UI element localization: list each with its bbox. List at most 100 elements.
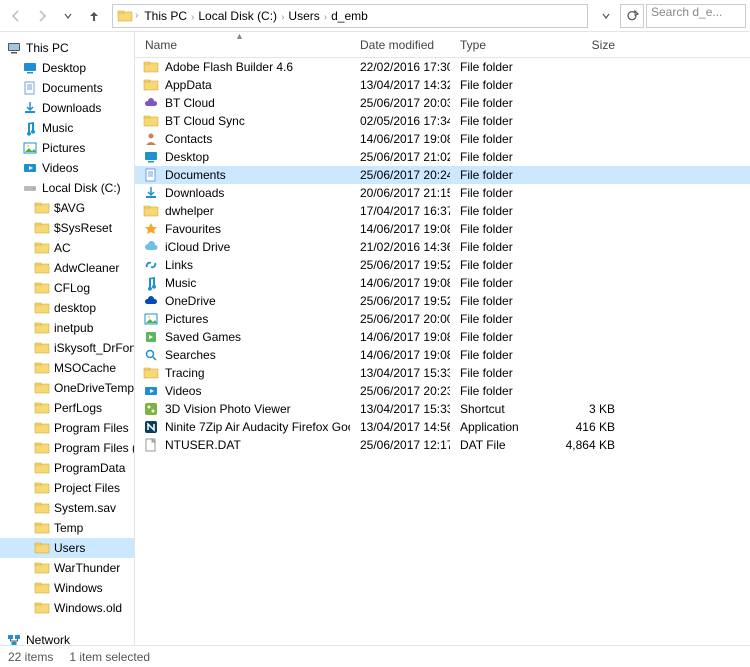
- column-date[interactable]: Date modified: [350, 38, 450, 52]
- tree-item[interactable]: Users: [0, 538, 134, 558]
- file-row[interactable]: Searches14/06/2017 19:08File folder: [135, 346, 750, 364]
- back-button[interactable]: [4, 4, 28, 28]
- tree-item-label: ProgramData: [54, 461, 125, 475]
- file-row[interactable]: Favourites14/06/2017 19:08File folder: [135, 220, 750, 238]
- breadcrumb-segment[interactable]: Users: [284, 9, 323, 23]
- tree-item-label: AC: [54, 241, 71, 255]
- breadcrumb-segment[interactable]: Local Disk (C:): [194, 9, 281, 23]
- tree-item[interactable]: $SysReset: [0, 218, 134, 238]
- tree-item[interactable]: Temp: [0, 518, 134, 538]
- file-row[interactable]: AppData13/04/2017 14:32File folder: [135, 76, 750, 94]
- tree-item[interactable]: Music: [0, 118, 134, 138]
- file-date: 14/06/2017 19:08: [350, 348, 450, 362]
- file-row[interactable]: Adobe Flash Builder 4.622/02/2016 17:30F…: [135, 58, 750, 76]
- file-row[interactable]: dwhelper17/04/2017 16:37File folder: [135, 202, 750, 220]
- tree-item[interactable]: OneDriveTemp: [0, 378, 134, 398]
- tree-item-label: Program Files: [54, 421, 129, 435]
- file-type: File folder: [450, 78, 555, 92]
- up-button[interactable]: [82, 4, 106, 28]
- tree-item[interactable]: inetpub: [0, 318, 134, 338]
- file-row[interactable]: Tracing13/04/2017 15:33File folder: [135, 364, 750, 382]
- tree-item[interactable]: Windows: [0, 578, 134, 598]
- file-row[interactable]: Saved Games14/06/2017 19:08File folder: [135, 328, 750, 346]
- tree-item[interactable]: Downloads: [0, 98, 134, 118]
- column-type[interactable]: Type: [450, 38, 555, 52]
- tree-item[interactable]: iSkysoft_DrFon: [0, 338, 134, 358]
- file-row[interactable]: Pictures25/06/2017 20:00File folder: [135, 310, 750, 328]
- breadcrumb[interactable]: › This PC›Local Disk (C:)›Users›d_emb: [112, 4, 588, 28]
- refresh-button[interactable]: [620, 4, 644, 28]
- tree-item[interactable]: PerfLogs: [0, 398, 134, 418]
- tree-item[interactable]: This PC: [0, 38, 134, 58]
- file-row[interactable]: 3D Vision Photo Viewer13/04/2017 15:33Sh…: [135, 400, 750, 418]
- sidebar[interactable]: This PCDesktopDocuments Downloads MusicPic…: [0, 32, 135, 645]
- file-type: File folder: [450, 132, 555, 146]
- file-row[interactable]: OneDrive25/06/2017 19:52File folder: [135, 292, 750, 310]
- file-row[interactable]: Desktop25/06/2017 21:02File folder: [135, 148, 750, 166]
- tree-item[interactable]: desktop: [0, 298, 134, 318]
- tree-item[interactable]: Program Files (: [0, 438, 134, 458]
- file-row[interactable]: iCloud Drive21/02/2016 14:36File folder: [135, 238, 750, 256]
- file-size: 3 KB: [555, 402, 625, 416]
- tree-item[interactable]: ProgramData: [0, 458, 134, 478]
- links-icon: [143, 257, 159, 273]
- file-list[interactable]: Adobe Flash Builder 4.622/02/2016 17:30F…: [135, 58, 750, 645]
- tree-item[interactable]: WarThunder: [0, 558, 134, 578]
- file-row[interactable]: Links25/06/2017 19:52File folder: [135, 256, 750, 274]
- tree-item[interactable]: Desktop: [0, 58, 134, 78]
- tree-item[interactable]: Network: [0, 630, 134, 645]
- recent-dropdown[interactable]: [56, 4, 80, 28]
- tree-item-label: inetpub: [54, 321, 93, 335]
- ninite-icon: [143, 419, 159, 435]
- breadcrumb-dropdown[interactable]: [594, 4, 618, 28]
- main: This PCDesktopDocumentsDownloadsMusicPic…: [0, 32, 750, 645]
- file-date: 17/04/2017 16:37: [350, 204, 450, 218]
- tree-item-label: Downloads: [42, 101, 101, 115]
- tree-item[interactable]: Project Files: [0, 478, 134, 498]
- forward-button[interactable]: [30, 4, 54, 28]
- folder-icon: [143, 203, 159, 219]
- file-row[interactable]: Downloads20/06/2017 21:15File folder: [135, 184, 750, 202]
- downloads-icon: [143, 185, 159, 201]
- tree-item[interactable]: AC: [0, 238, 134, 258]
- breadcrumb-segment[interactable]: d_emb: [327, 9, 372, 23]
- column-size[interactable]: Size: [555, 38, 625, 52]
- search-input[interactable]: Search d_e...: [646, 4, 746, 28]
- folder-icon: [143, 77, 159, 93]
- file-name: Videos: [165, 384, 201, 398]
- file-date: 21/02/2016 14:36: [350, 240, 450, 254]
- tree-item[interactable]: Documents: [0, 78, 134, 98]
- file-date: 25/06/2017 21:02: [350, 150, 450, 164]
- file-row[interactable]: Ninite 7Zip Air Audacity Firefox Google …: [135, 418, 750, 436]
- file-row[interactable]: Videos25/06/2017 20:23File folder: [135, 382, 750, 400]
- tree-item[interactable]: AdwCleaner: [0, 258, 134, 278]
- file-date: 25/06/2017 20:24: [350, 168, 450, 182]
- file-row[interactable]: Contacts14/06/2017 19:08File folder: [135, 130, 750, 148]
- tree-item-label: Windows: [54, 581, 103, 595]
- tree-item[interactable]: Program Files: [0, 418, 134, 438]
- tree-item-label: Network: [26, 633, 70, 645]
- folder-icon: [34, 520, 50, 536]
- videos-icon: [143, 383, 159, 399]
- tree-item[interactable]: Local Disk (C:): [0, 178, 134, 198]
- file-row[interactable]: Music14/06/2017 19:08File folder: [135, 274, 750, 292]
- tree-item[interactable]: Windows.old: [0, 598, 134, 618]
- tree-item[interactable]: Pictures: [0, 138, 134, 158]
- file-date: 25/06/2017 20:00: [350, 312, 450, 326]
- file-date: 14/06/2017 19:08: [350, 330, 450, 344]
- file-row[interactable]: BT Cloud25/06/2017 20:03File folder: [135, 94, 750, 112]
- tree-item[interactable]: $AVG: [0, 198, 134, 218]
- file-date: 13/04/2017 14:56: [350, 420, 450, 434]
- pc-icon: [6, 40, 22, 56]
- file-row[interactable]: NTUSER.DAT25/06/2017 12:17DAT File4,864 …: [135, 436, 750, 454]
- file-type: File folder: [450, 186, 555, 200]
- tree-item[interactable]: MSOCache: [0, 358, 134, 378]
- breadcrumb-segment[interactable]: This PC: [140, 9, 191, 23]
- tree-item[interactable]: CFLog: [0, 278, 134, 298]
- file-name: dwhelper: [165, 204, 214, 218]
- file-row[interactable]: Documents25/06/2017 20:24File folder: [135, 166, 750, 184]
- tree-item[interactable]: System.sav: [0, 498, 134, 518]
- file-row[interactable]: BT Cloud Sync02/05/2016 17:34File folder: [135, 112, 750, 130]
- downloads-icon: [22, 100, 38, 116]
- tree-item[interactable]: Videos: [0, 158, 134, 178]
